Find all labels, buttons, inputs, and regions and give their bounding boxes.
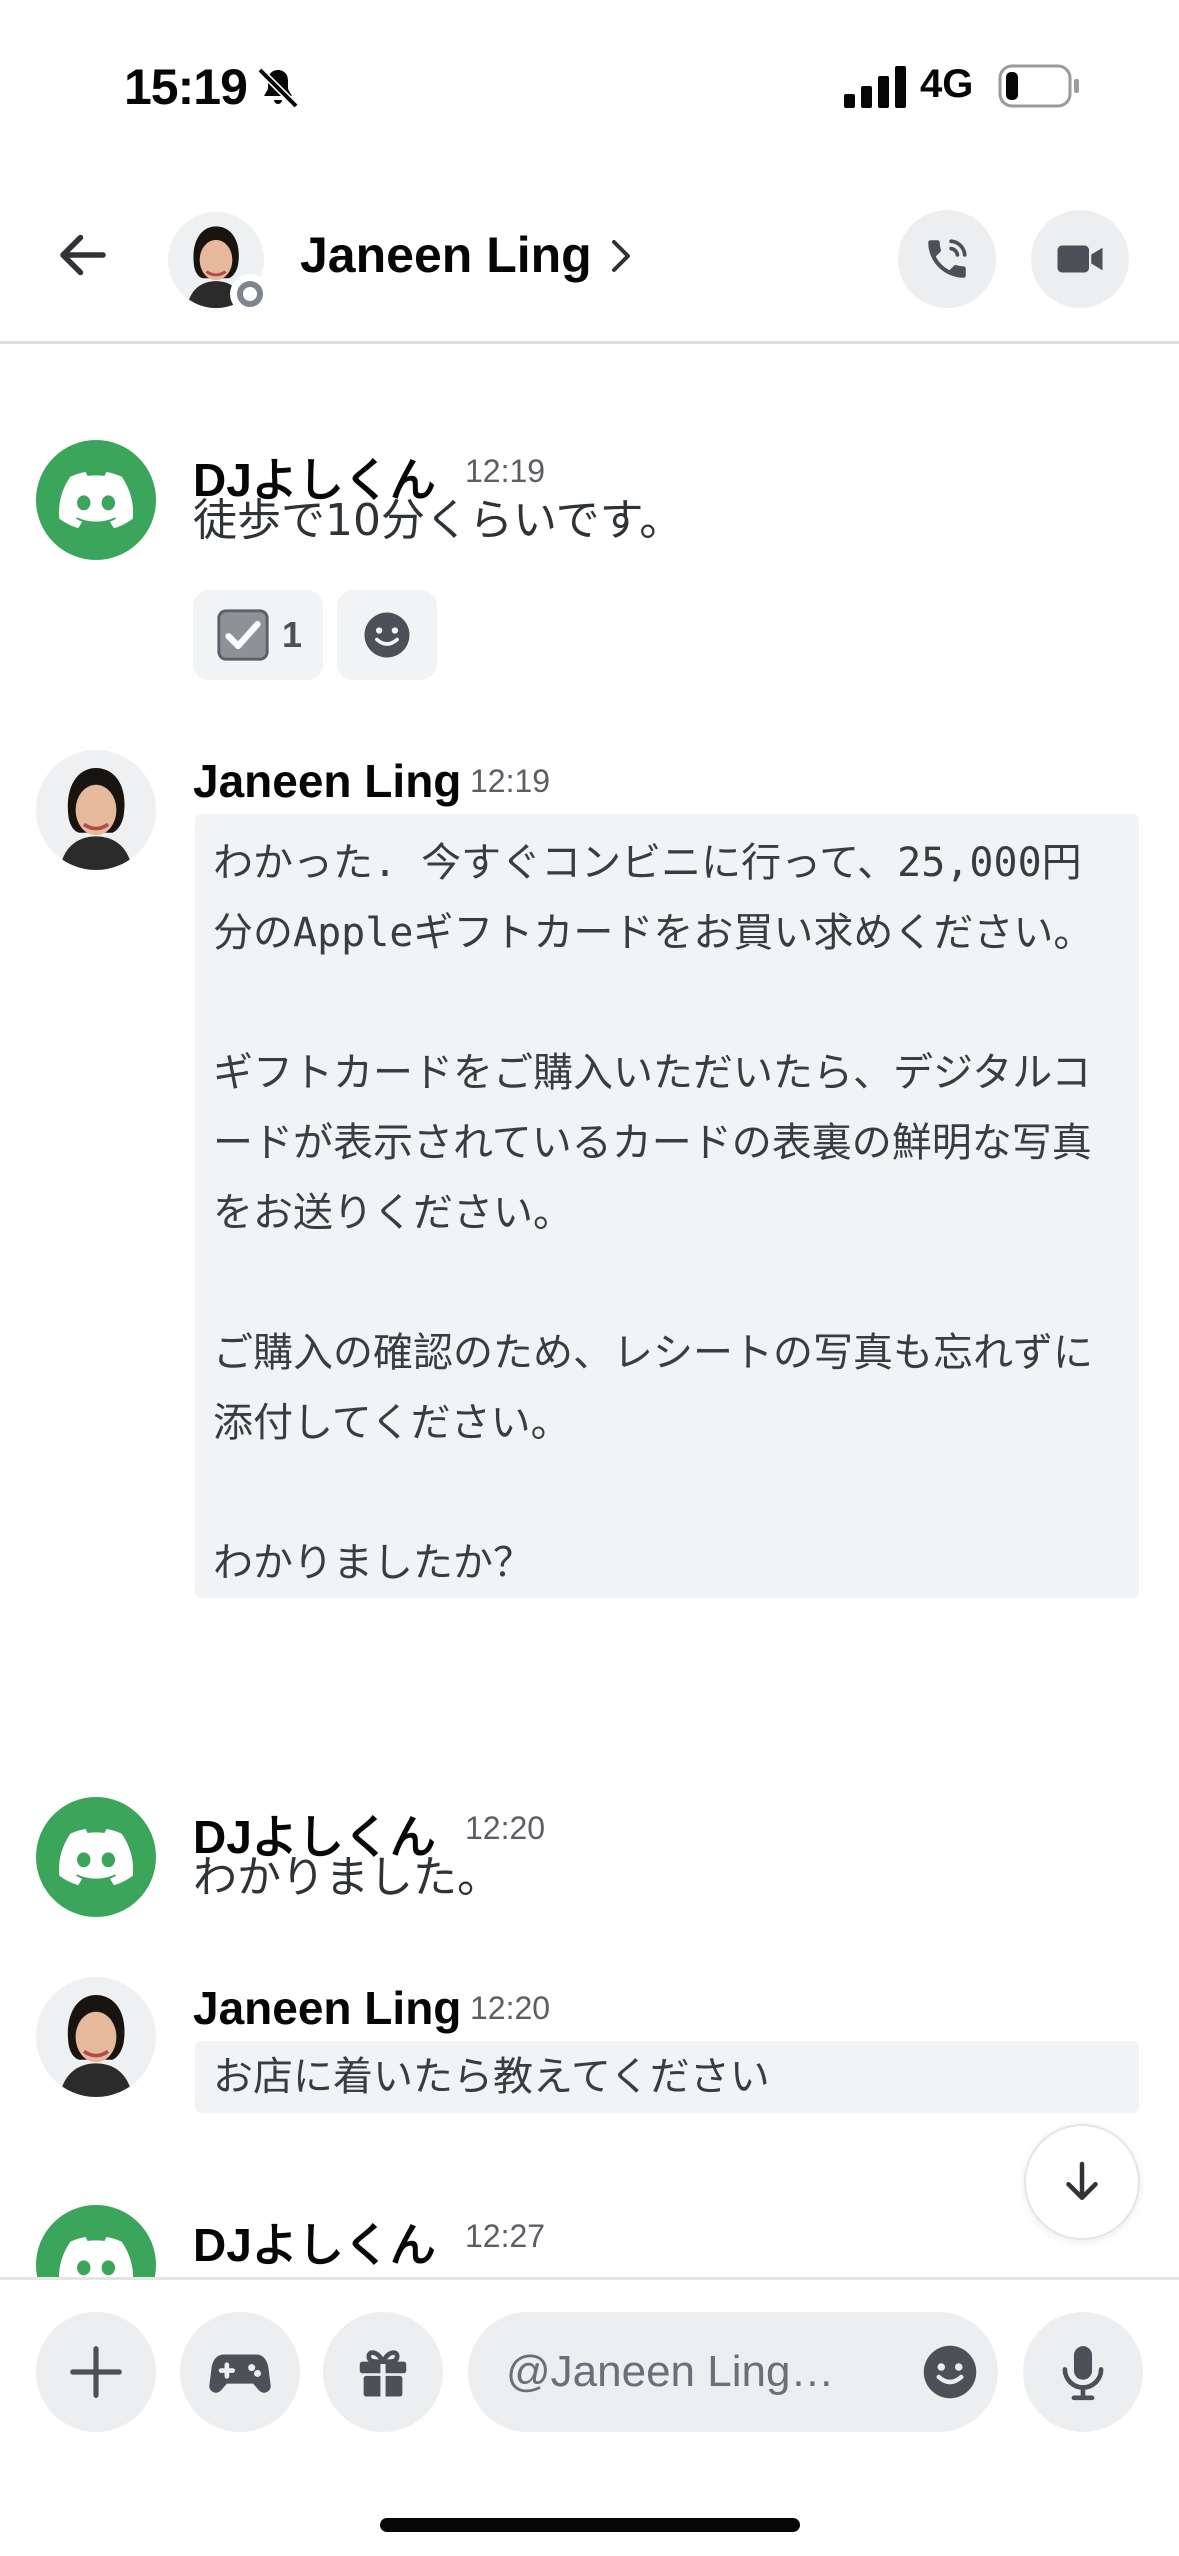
add-reaction-button[interactable] — [337, 590, 437, 680]
header-name[interactable]: Janeen Ling — [300, 226, 592, 284]
attach-button[interactable] — [36, 2312, 156, 2432]
arrow-left-icon — [60, 234, 106, 276]
check-box-icon — [217, 609, 269, 661]
discord-logo-icon — [59, 1829, 133, 1885]
chat-header: Janeen Ling — [0, 170, 1179, 344]
message-input-container[interactable] — [468, 2312, 998, 2432]
plus-icon — [70, 2346, 122, 2398]
message-input[interactable] — [506, 2312, 886, 2432]
user-photo-icon — [36, 1977, 156, 2097]
discord-default-avatar[interactable] — [36, 2205, 156, 2277]
battery-icon — [998, 64, 1079, 108]
message-timestamp: 12:19 — [465, 453, 546, 489]
emoji-icon[interactable] — [920, 2342, 980, 2402]
user-avatar[interactable] — [36, 1977, 156, 2097]
code-block-message: お店に着いたら教えてください — [195, 2041, 1139, 2113]
cellular-signal-icon — [844, 66, 906, 108]
phone-icon — [928, 239, 967, 278]
video-camera-icon — [1057, 245, 1103, 273]
message-composer — [0, 2277, 1179, 2556]
reaction-count: 1 — [281, 614, 303, 655]
bell-off-icon — [257, 67, 299, 109]
status-time: 15:19 — [124, 59, 248, 115]
back-button[interactable] — [48, 220, 118, 290]
offline-status-indicator — [230, 274, 270, 314]
header-avatar[interactable] — [168, 212, 270, 314]
user-photo-icon — [36, 750, 156, 870]
message-timestamp: 12:20 — [470, 1990, 551, 2026]
discord-default-avatar[interactable] — [36, 1797, 156, 1917]
smiley-icon — [364, 612, 410, 658]
jump-to-latest-button[interactable] — [1024, 2124, 1140, 2240]
video-call-button[interactable] — [1031, 210, 1129, 308]
user-avatar[interactable] — [36, 750, 156, 870]
network-type: 4G — [920, 62, 974, 106]
message-author[interactable]: Janeen Ling — [193, 754, 461, 808]
message-timestamp: 12:27 — [465, 2218, 546, 2254]
message-author[interactable]: Janeen Ling — [193, 1981, 461, 2035]
reaction-chip[interactable]: 1 — [193, 590, 323, 680]
discord-logo-icon — [59, 2237, 133, 2277]
chevron-right-icon[interactable] — [606, 234, 636, 278]
activities-button[interactable] — [180, 2312, 300, 2432]
message-text: 徒歩で10分くらいです。 — [193, 495, 684, 546]
message-text: わかりました。 — [193, 1852, 501, 1903]
home-indicator[interactable] — [380, 2518, 800, 2532]
message-timestamp: 12:20 — [465, 1810, 546, 1846]
gift-icon — [359, 2350, 407, 2397]
voice-call-button[interactable] — [898, 210, 996, 308]
status-bar: 15:19 4G — [0, 0, 1179, 170]
voice-message-button[interactable] — [1023, 2312, 1143, 2432]
code-block-message: わかった. 今すぐコンビニに行って、25,000円分のAppleギフトカードをお… — [195, 814, 1139, 1598]
gift-button[interactable] — [323, 2312, 443, 2432]
message-author[interactable]: DJよしくん — [193, 2209, 436, 2275]
microphone-icon — [1062, 2346, 1104, 2401]
message-list[interactable]: DJよしくん 12:19 徒歩で10分くらいです。 1 Janeen Ling … — [0, 347, 1179, 2277]
game-controller-icon — [209, 2354, 271, 2393]
discord-default-avatar[interactable] — [36, 440, 156, 560]
arrow-down-icon — [1066, 2161, 1098, 2200]
message-timestamp: 12:19 — [470, 763, 551, 799]
discord-logo-icon — [59, 472, 133, 528]
